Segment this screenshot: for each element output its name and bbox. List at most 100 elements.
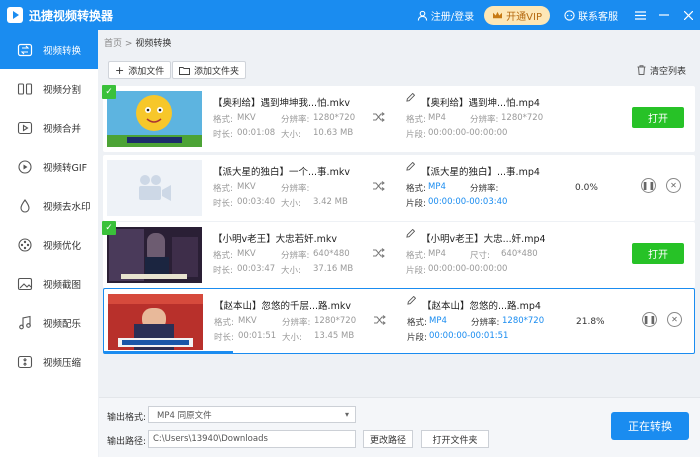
source-size: 10.63 MB <box>313 128 354 138</box>
format-label: 格式: <box>214 318 234 328</box>
output-resolution: 640*480 <box>501 249 538 259</box>
sidebar-item-watermark[interactable]: 视频去水印 <box>0 186 98 225</box>
pause-button[interactable]: ❚❚ <box>641 178 656 193</box>
clip-range: 00:00:00-00:01:51 <box>429 331 509 341</box>
sidebar-item-merge[interactable]: 视频合并 <box>0 108 98 147</box>
file-row-selected[interactable]: 【赵本山】忽悠的千层...路.mkv 格式: MKV 分辨率: 1280*720… <box>103 288 695 354</box>
split-icon <box>16 80 34 98</box>
source-duration: 00:03:40 <box>237 197 276 207</box>
sidebar-item-label: 视频优化 <box>43 240 82 252</box>
compress-icon <box>16 353 34 371</box>
sidebar-item-split[interactable]: 视频分割 <box>0 69 98 108</box>
sidebar-item-screenshot[interactable]: 视频截图 <box>0 264 98 303</box>
edit-pencil-icon[interactable] <box>407 296 416 305</box>
add-folder-label: 添加文件夹 <box>194 66 240 77</box>
convert-icon <box>16 41 34 59</box>
sidebar-item-compress[interactable]: 视频压缩 <box>0 342 98 381</box>
format-label: 格式: <box>407 318 427 328</box>
file-row[interactable]: ✓ 【奥利给】遇到坤坤我...怕.mkv 格式: MKV 分辨率: 1280*7… <box>102 85 695 152</box>
cancel-button[interactable]: ✕ <box>666 178 681 193</box>
login-link[interactable]: 注册/登录 <box>417 8 474 23</box>
file-row[interactable]: ✓ 【小明v老王】大忠若奸.mkv 格式: MKV 分辨率: 640*480 时… <box>102 221 695 288</box>
video-camera-icon <box>138 175 171 201</box>
contact-label: 联系客服 <box>578 11 618 23</box>
clear-list-button[interactable]: 清空列表 <box>631 61 692 79</box>
source-resolution: 1280*720 <box>314 316 357 326</box>
open-button[interactable]: 打开 <box>632 243 684 264</box>
output-settings-panel: 输出格式: MP4 同原文件 ▾ 输出路径: C:\Users\13940\Do… <box>99 397 700 457</box>
output-format-value: MP4 同原文件 <box>157 410 212 421</box>
music-note-icon <box>16 314 34 332</box>
source-file-name: 【派大星的独白】一个...事.mkv <box>213 167 350 178</box>
edit-pencil-icon[interactable] <box>406 162 415 171</box>
title-bar: 迅捷视频转换器 注册/登录 开通VIP 联系客服 <box>0 0 700 30</box>
output-format-label: 输出格式: <box>107 413 147 423</box>
output-path-field[interactable]: C:\Users\13940\Downloads <box>148 430 356 448</box>
minimize-icon <box>659 14 669 16</box>
completed-check-icon: ✓ <box>102 85 116 99</box>
crown-icon <box>493 11 503 18</box>
source-format: MKV <box>238 316 257 326</box>
contact-service-link[interactable]: 联系客服 <box>564 8 618 23</box>
open-button[interactable]: 打开 <box>632 107 684 128</box>
close-icon <box>683 10 693 20</box>
clip-range: 00:00:00-00:03:40 <box>428 197 508 207</box>
resolution-label: 分辨率: <box>281 184 310 194</box>
video-thumbnail <box>107 160 202 216</box>
output-format: MP4 <box>428 113 446 123</box>
close-button[interactable] <box>676 0 700 30</box>
output-file-name: 【奥利给】遇到坤...怕.mp4 <box>421 98 540 109</box>
edit-pencil-icon[interactable] <box>406 93 415 102</box>
open-folder-button[interactable]: 打开文件夹 <box>421 430 489 448</box>
sidebar-item-convert[interactable]: 视频转换 <box>0 30 98 69</box>
output-file-name: 【小明v老王】大忠...奸.mp4 <box>421 234 546 245</box>
breadcrumb-home[interactable]: 首页 <box>104 39 122 49</box>
cancel-button[interactable]: ✕ <box>667 312 682 327</box>
sidebar-item-music[interactable]: 视频配乐 <box>0 303 98 342</box>
convert-button[interactable]: 正在转换 <box>611 412 689 440</box>
output-file-name: 【派大星的独白】...事.mp4 <box>421 167 540 178</box>
video-thumbnail <box>107 91 202 147</box>
source-file-name: 【奥利给】遇到坤坤我...怕.mkv <box>213 98 350 109</box>
source-resolution: 1280*720 <box>313 113 356 123</box>
completed-check-icon: ✓ <box>102 221 116 235</box>
breadcrumb-current: 视频转换 <box>135 39 172 49</box>
change-path-button[interactable]: 更改路径 <box>363 430 413 448</box>
resolution-label: 分辨率: <box>281 115 310 125</box>
folder-icon <box>179 66 190 75</box>
edit-pencil-icon[interactable] <box>406 229 415 238</box>
sidebar-item-label: 视频去水印 <box>43 201 91 213</box>
resolution-label: 分辨率: <box>470 184 499 194</box>
size-label: 大小: <box>281 130 301 140</box>
format-label: 格式: <box>406 251 426 261</box>
output-format-select[interactable]: MP4 同原文件 ▾ <box>148 406 356 423</box>
vip-button[interactable]: 开通VIP <box>484 5 550 25</box>
video-thumbnail <box>108 294 203 350</box>
file-toolbar: + 添加文件 添加文件夹 清空列表 <box>99 56 700 82</box>
sidebar-item-label: 视频分割 <box>43 84 82 96</box>
duration-label: 时长: <box>213 266 233 276</box>
resolution-label: 分辨率: <box>471 318 500 328</box>
dimension-label: 尺寸: <box>470 251 490 261</box>
trash-icon <box>637 65 646 75</box>
close-icon: ✕ <box>671 315 678 324</box>
output-path-label: 输出路径: <box>107 437 147 447</box>
clear-list-label: 清空列表 <box>650 66 687 77</box>
image-icon <box>16 275 34 293</box>
pause-button[interactable]: ❚❚ <box>642 312 657 327</box>
sidebar-item-optimize[interactable]: 视频优化 <box>0 225 98 264</box>
sidebar-item-gif[interactable]: 视频转GIF <box>0 147 98 186</box>
app-logo-icon <box>7 7 23 23</box>
clip-label: 片段: <box>407 333 427 343</box>
add-folder-button[interactable]: 添加文件夹 <box>172 61 247 79</box>
sidebar-item-label: 视频配乐 <box>43 318 82 330</box>
minimize-button[interactable] <box>652 0 676 30</box>
menu-button[interactable] <box>628 0 652 30</box>
headset-icon <box>564 9 575 21</box>
sidebar-item-label: 视频转换 <box>43 45 82 57</box>
source-format: MKV <box>237 182 256 192</box>
clip-range: 00:00:00-00:00:00 <box>428 264 508 274</box>
add-file-button[interactable]: + 添加文件 <box>108 61 172 79</box>
file-row[interactable]: 【派大星的独白】一个...事.mkv 格式: MKV 分辨率: 时长: 00:0… <box>103 155 695 221</box>
clip-label: 片段: <box>406 199 426 209</box>
